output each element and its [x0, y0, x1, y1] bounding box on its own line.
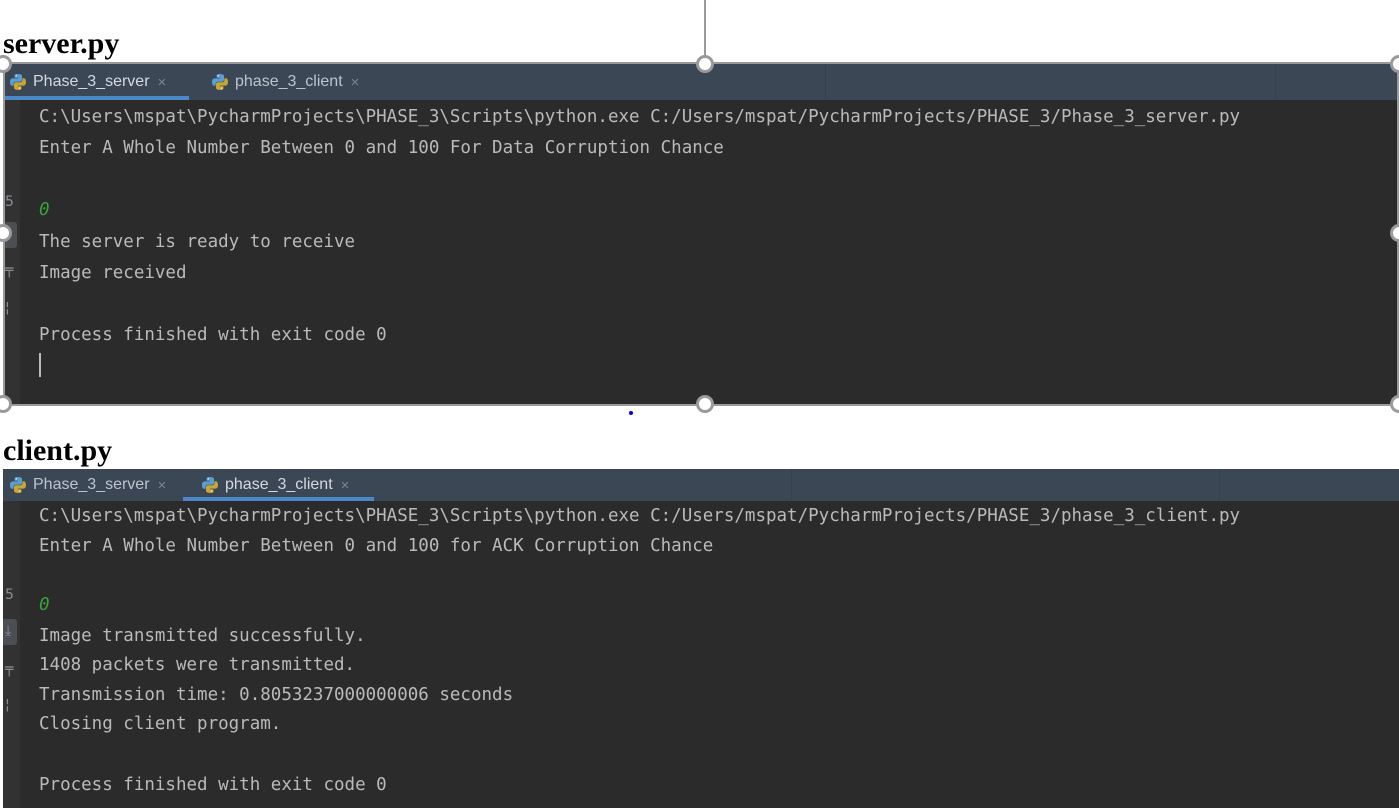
console-line-prompt: Enter A Whole Number Between 0 and 100 F… — [39, 138, 724, 158]
tab-label: Phase_3_server — [33, 73, 150, 90]
close-icon[interactable]: × — [158, 477, 167, 494]
resize-handle-bottom-left[interactable] — [0, 395, 12, 413]
python-icon — [201, 476, 219, 494]
console-user-input: 0 — [39, 595, 50, 615]
client-heading: client.py — [3, 434, 113, 467]
close-icon[interactable]: × — [158, 74, 167, 91]
tab-phase-3-server[interactable]: Phase_3_server × — [9, 469, 166, 501]
console-toolbar: 5 ╤ ¦ — [3, 100, 20, 404]
client-tab-bar: Phase_3_server × phase_3_client × — [3, 469, 1399, 501]
resize-handle-bottom[interactable] — [696, 395, 714, 413]
rerun-icon[interactable]: 5 — [5, 587, 15, 603]
print-icon[interactable]: ╤ — [5, 661, 15, 677]
rotation-handle-stem — [704, 0, 706, 55]
python-icon — [9, 73, 27, 91]
python-icon — [211, 73, 229, 91]
python-icon — [9, 476, 27, 494]
tab-label: Phase_3_server — [33, 476, 150, 493]
console-line-command: C:\Users\mspat\PycharmProjects\PHASE_3\S… — [39, 107, 1241, 127]
tab-phase-3-client[interactable]: phase_3_client × — [183, 469, 374, 501]
tab-bar-divider — [791, 469, 792, 501]
delete-icon[interactable]: ¦ — [5, 300, 15, 316]
server-heading: server.py — [3, 27, 120, 60]
console-line-exit: Process finished with exit code 0 — [39, 325, 387, 345]
tab-phase-3-server[interactable]: Phase_3_server × — [3, 64, 189, 100]
console-line-exit: Process finished with exit code 0 — [39, 775, 387, 795]
close-icon[interactable]: × — [341, 477, 350, 494]
tab-bar-divider — [1219, 469, 1220, 501]
console-line-status: 1408 packets were transmitted. — [39, 655, 356, 675]
resize-handle-top[interactable] — [696, 55, 714, 73]
rotate-icon[interactable] — [687, 0, 723, 6]
console-user-input: 0 — [39, 200, 50, 220]
console-line-status: The server is ready to receive — [39, 232, 356, 252]
close-icon[interactable]: × — [351, 74, 360, 91]
tab-bar-divider — [1275, 64, 1276, 100]
console-line-status: Transmission time: 0.8053237000000006 se… — [39, 685, 514, 705]
console-line-status: Image transmitted successfully. — [39, 626, 366, 646]
tab-label: phase_3_client — [225, 476, 333, 493]
tab-bar-divider — [825, 64, 826, 100]
anchor-dot — [629, 411, 633, 415]
delete-icon[interactable]: ¦ — [5, 697, 15, 713]
rerun-icon[interactable]: 5 — [5, 194, 15, 210]
server-console-output[interactable]: C:\Users\mspat\PycharmProjects\PHASE_3\S… — [39, 100, 1399, 377]
resize-handle-bottom-right[interactable] — [1390, 395, 1399, 413]
client-console-output[interactable]: C:\Users\mspat\PycharmProjects\PHASE_3\S… — [39, 501, 1399, 795]
client-run-panel: Phase_3_server × phase_3_client × 5 ⤓ ╤ … — [3, 469, 1399, 808]
console-line-status: Image received — [39, 263, 187, 283]
print-icon[interactable]: ╤ — [5, 262, 15, 278]
text-cursor — [39, 353, 41, 377]
console-line-command: C:\Users\mspat\PycharmProjects\PHASE_3\S… — [39, 506, 1241, 526]
console-line-prompt: Enter A Whole Number Between 0 and 100 f… — [39, 536, 714, 556]
tab-phase-3-client[interactable]: phase_3_client × — [211, 64, 359, 100]
console-line-status: Closing client program. — [39, 714, 282, 734]
console-toolbar: 5 ⤓ ╤ ¦ — [3, 501, 20, 808]
scroll-to-end-icon: ⤓ — [5, 623, 12, 639]
server-run-panel: Phase_3_server × phase_3_client × 5 ╤ ¦ … — [3, 64, 1399, 404]
tab-label: phase_3_client — [235, 73, 343, 90]
